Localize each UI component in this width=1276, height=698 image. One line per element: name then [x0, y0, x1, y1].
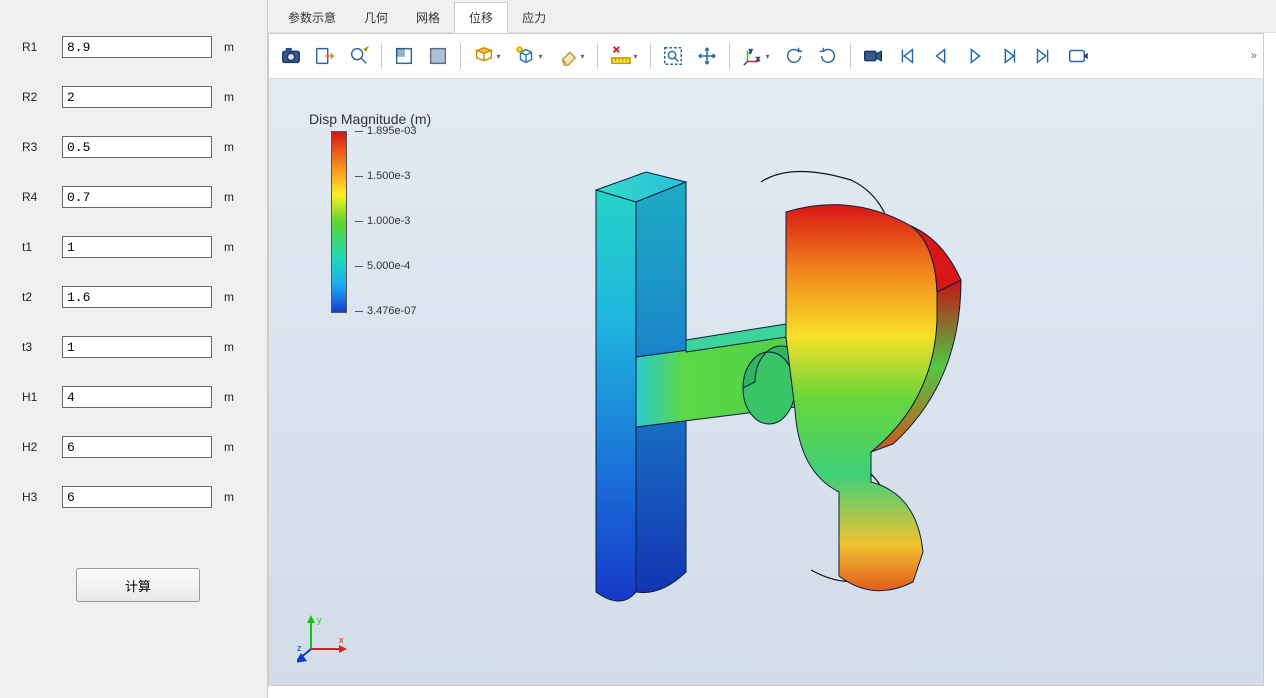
legend-tick: 1.895e-03 [355, 125, 417, 137]
select-rect-icon[interactable] [388, 40, 420, 72]
loop-icon[interactable] [1061, 40, 1093, 72]
param-input-H2[interactable] [62, 436, 212, 458]
param-label-t3: t3 [22, 340, 62, 354]
param-input-H1[interactable] [62, 386, 212, 408]
param-input-R1[interactable] [62, 36, 212, 58]
visibility-cube-icon[interactable]: ▾ [509, 40, 549, 72]
eraser-icon[interactable]: ▾ [551, 40, 591, 72]
param-unit-H1: m [212, 390, 248, 404]
param-unit-R1: m [212, 40, 248, 54]
zoom-search-icon[interactable] [343, 40, 375, 72]
ruler-x-icon[interactable]: ▾ [604, 40, 644, 72]
param-input-H3[interactable] [62, 486, 212, 508]
toolbar-separator [850, 43, 851, 69]
param-input-R3[interactable] [62, 136, 212, 158]
param-label-R2: R2 [22, 90, 62, 104]
legend-colorbar [331, 131, 347, 313]
param-label-t2: t2 [22, 290, 62, 304]
param-label-H3: H3 [22, 490, 62, 504]
toolbar-separator [650, 43, 651, 69]
toolbar-separator [381, 43, 382, 69]
export-icon[interactable] [309, 40, 341, 72]
toolbar-separator [597, 43, 598, 69]
legend-tick: 5.000e-4 [355, 260, 410, 272]
svg-text:y: y [317, 615, 322, 625]
param-label-R3: R3 [22, 140, 62, 154]
param-label-R1: R1 [22, 40, 62, 54]
svg-text:z: z [297, 643, 302, 653]
toolbar-separator [729, 43, 730, 69]
toolbar-separator [460, 43, 461, 69]
tab-1[interactable]: 几何 [350, 3, 402, 32]
param-label-H1: H1 [22, 390, 62, 404]
param-unit-t3: m [212, 340, 248, 354]
select-mode-icon[interactable]: ▾ [467, 40, 507, 72]
tab-bar: 参数示意几何网格位移应力 [268, 0, 1276, 33]
param-unit-t2: m [212, 290, 248, 304]
param-input-t1[interactable] [62, 236, 212, 258]
dropdown-chevron-icon: ▾ [537, 52, 542, 61]
param-input-t2[interactable] [62, 286, 212, 308]
dropdown-chevron-icon: ▾ [632, 52, 637, 61]
param-label-t1: t1 [22, 240, 62, 254]
toolbar-overflow-button[interactable]: » [1251, 34, 1257, 78]
svg-text:x: x [757, 57, 760, 63]
tab-4[interactable]: 应力 [508, 3, 560, 32]
model-render [551, 152, 981, 612]
step-back-icon[interactable] [925, 40, 957, 72]
param-unit-R2: m [212, 90, 248, 104]
param-label-R4: R4 [22, 190, 62, 204]
dropdown-chevron-icon: ▾ [579, 52, 584, 61]
axes-icon[interactable]: yx ▾ [736, 40, 776, 72]
dropdown-chevron-icon: ▾ [495, 52, 500, 61]
svg-text:x: x [339, 635, 344, 645]
param-unit-H3: m [212, 490, 248, 504]
pan-icon[interactable] [691, 40, 723, 72]
camera-icon[interactable] [275, 40, 307, 72]
calculate-button[interactable]: 计算 [76, 568, 200, 602]
viewport-panel: ▾▾▾▾yx▾» Disp Magnitude (m) 1.895e-031.5… [268, 33, 1264, 686]
param-input-R4[interactable] [62, 186, 212, 208]
skip-start-icon[interactable] [891, 40, 923, 72]
toolbar: ▾ ▾ ▾ ▾ yx ▾ » [269, 34, 1263, 79]
step-fwd-icon[interactable] [993, 40, 1025, 72]
svg-text:y: y [750, 48, 753, 54]
video-camera-icon[interactable] [857, 40, 889, 72]
param-unit-H2: m [212, 440, 248, 454]
param-input-R2[interactable] [62, 86, 212, 108]
parameter-panel: R1 m R2 m R3 m R4 m t1 m t2 m t3 m H1 m H2 m H3 m 计算 [0, 0, 268, 698]
skip-end-icon[interactable] [1027, 40, 1059, 72]
viewport-3d[interactable]: Disp Magnitude (m) 1.895e-031.500e-31.00… [269, 79, 1263, 685]
param-unit-R4: m [212, 190, 248, 204]
param-unit-R3: m [212, 140, 248, 154]
param-unit-t1: m [212, 240, 248, 254]
select-face-icon[interactable] [422, 40, 454, 72]
color-legend: Disp Magnitude (m) 1.895e-031.500e-31.00… [309, 111, 431, 313]
tab-0[interactable]: 参数示意 [274, 3, 350, 32]
param-label-H2: H2 [22, 440, 62, 454]
legend-tick: 1.500e-3 [355, 170, 410, 182]
tab-3[interactable]: 位移 [454, 2, 508, 33]
legend-tick: 1.000e-3 [355, 215, 410, 227]
axis-triad: y x z [297, 613, 347, 663]
param-input-t3[interactable] [62, 336, 212, 358]
tab-2[interactable]: 网格 [402, 3, 454, 32]
play-icon[interactable] [959, 40, 991, 72]
rotate-ccw-icon[interactable] [778, 40, 810, 72]
rotate-cw-icon[interactable] [812, 40, 844, 72]
dropdown-chevron-icon: ▾ [764, 52, 769, 61]
zoom-fit-icon[interactable] [657, 40, 689, 72]
legend-tick: 3.476e-07 [355, 305, 417, 317]
